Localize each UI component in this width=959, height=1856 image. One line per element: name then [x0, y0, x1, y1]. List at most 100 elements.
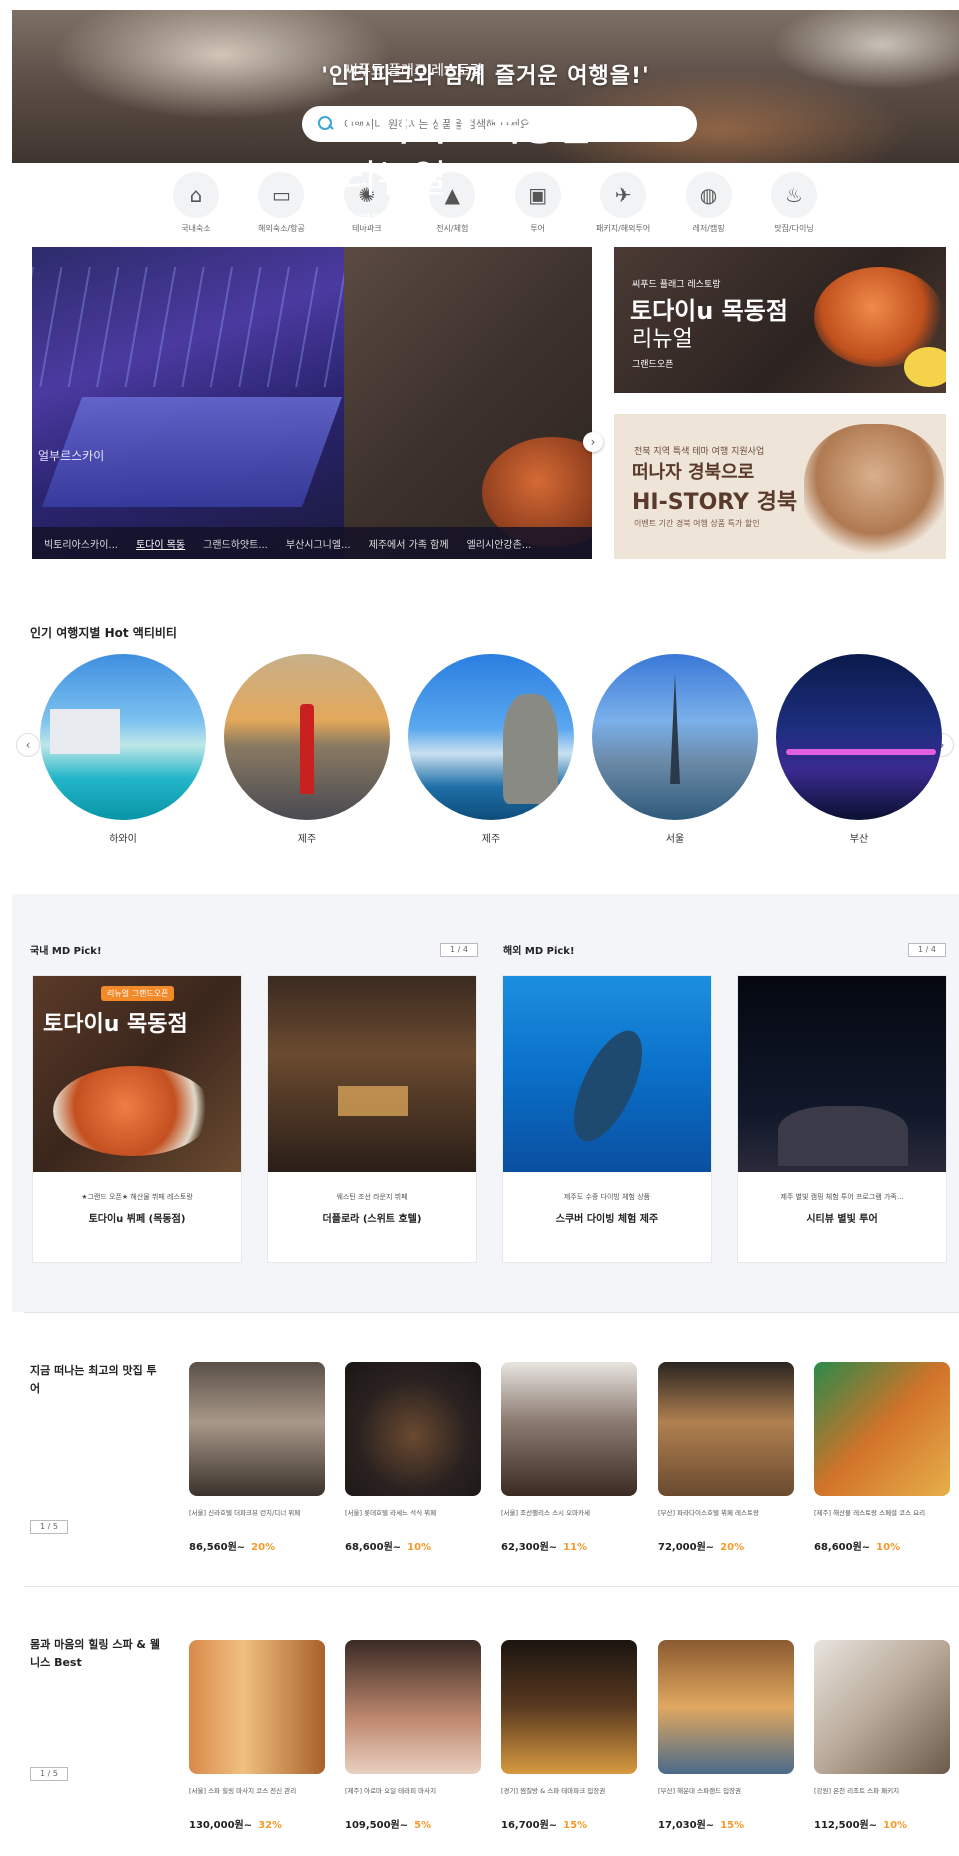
md-card-desc: 제주도 수중 다이빙 체험 상품	[563, 1193, 651, 1201]
md-card-name: 더플로라 (스위트 호텔)	[322, 1214, 422, 1225]
discount-rate: 32%	[258, 1820, 283, 1831]
row-pager[interactable]: 1 / 5	[30, 1520, 68, 1534]
row-pager[interactable]: 1 / 5	[30, 1767, 68, 1781]
md-card-desc: 제주 별빛 캠핑 체험 투어 프로그램 가족...	[780, 1193, 904, 1201]
destination-name: 하와이	[109, 834, 137, 845]
side-banner-gyeongbuk[interactable]: 전북 지역 특색 테마 여행 지원사업 떠나자 경북으로 HI-STORY 경북…	[614, 414, 946, 559]
product-card[interactable]: [서울] 스파 힐링 마사지 코스 전신 관리 130,000원~ 32%	[189, 1640, 325, 1831]
product-desc: [강원] 온천 리조트 스파 패키지	[814, 1787, 900, 1795]
destination-item[interactable]: 제주	[408, 654, 574, 845]
product-price: 72,000원~ 20%	[658, 1538, 794, 1553]
md-card-image	[268, 976, 476, 1172]
md-card-name: 시티뷰 별빛 투어	[806, 1214, 878, 1225]
banner-image-pool: 얼부르스카이	[32, 247, 344, 559]
category-item-dining[interactable]: ♨ 맛집/다이닝	[763, 172, 825, 242]
destination-item[interactable]: 서울	[592, 654, 758, 845]
product-desc: [서울] 스파 힐링 마사지 코스 전신 관리	[189, 1787, 297, 1795]
product-price: 62,300원~ 11%	[501, 1538, 637, 1553]
destination-photo	[592, 654, 758, 820]
destination-item[interactable]: 제주	[224, 654, 390, 845]
search-icon	[318, 116, 334, 132]
md-card-desc: ★그랜드 오픈★ 해산물 뷔페 레스토랑	[81, 1193, 193, 1201]
md-card[interactable]: 리뉴얼 그랜드오픈 토다이u 목동점 ★그랜드 오픈★ 해산물 뷔페 레스토랑 …	[32, 975, 242, 1263]
product-image	[345, 1362, 481, 1496]
side-banner-title: 떠나자 경북으로	[632, 462, 755, 483]
side-banner-small: 이벤트 기간 경북 여행 상품 특가 할인	[634, 519, 760, 528]
product-desc: [부산] 파라다이스호텔 뷔페 레스토랑	[658, 1509, 759, 1517]
banner-next-button[interactable]: ›	[583, 432, 603, 452]
banner-tab-active[interactable]: 토다이 목동	[136, 536, 185, 551]
destination-item[interactable]: 하와이	[40, 654, 206, 845]
category-label: 레저/캠핑	[692, 224, 725, 233]
product-price: 112,500원~ 10%	[814, 1816, 950, 1831]
product-desc: [서울] 롯데호텔 라세느 석식 뷔페	[345, 1509, 437, 1517]
banner-tabs: 빅토리아스카이... 토다이 목동 그랜드하얏트... 부산시그니엘... 제주…	[32, 527, 592, 559]
product-price: 130,000원~ 32%	[189, 1816, 325, 1831]
banner-light-lines	[32, 267, 344, 387]
product-card[interactable]: [서울] 조선팰리스 스시 오마카세 62,300원~ 11%	[501, 1362, 637, 1553]
category-item-leisure[interactable]: ◍ 레저/캠핑	[678, 172, 740, 242]
destination-photo	[224, 654, 390, 820]
category-item-package[interactable]: ✈ 패키지/해외투어	[592, 172, 654, 242]
side-banner-title-2: 리뉴얼	[632, 327, 693, 352]
product-card[interactable]: [서울] 신라호텔 더파크뷰 런치/디너 뷔페 86,560원~ 20%	[189, 1362, 325, 1553]
discount-rate: 10%	[883, 1820, 908, 1831]
discount-rate: 10%	[407, 1542, 432, 1553]
md-card-lamp	[338, 1086, 408, 1116]
product-price-value: 86,560원~	[189, 1542, 246, 1553]
category-item-domestic-stay[interactable]: ⌂ 국내숙소	[165, 172, 227, 242]
carousel-prev-button[interactable]: ‹	[16, 733, 40, 757]
product-card[interactable]: [제주] 아로마 오일 테라피 마사지 109,500원~ 5%	[345, 1640, 481, 1831]
product-price-value: 16,700원~	[501, 1820, 558, 1831]
side-banner-subtitle: 전북 지역 특색 테마 여행 지원사업	[634, 447, 765, 457]
md-card-badge: 리뉴얼 그랜드오픈	[101, 986, 175, 1001]
product-price-value: 109,500원~	[345, 1820, 409, 1831]
md-pick-pager[interactable]: 1 / 4	[908, 943, 946, 957]
product-card[interactable]: [제주] 해산물 레스토랑 스페셜 코스 요리 68,600원~ 10%	[814, 1362, 950, 1553]
banner-left-caption: 얼부르스카이	[38, 449, 105, 463]
md-card-name: 스쿠버 다이빙 체험 제주	[555, 1214, 659, 1225]
banner-tab[interactable]: 빅토리아스카이...	[44, 536, 118, 551]
banner-tab[interactable]: 그랜드하얏트...	[203, 536, 268, 551]
category-label: 맛집/다이닝	[774, 224, 814, 233]
product-image	[658, 1362, 794, 1496]
product-price-value: 68,600원~	[345, 1542, 402, 1553]
side-banner-todai[interactable]: 씨푸드 플래그 레스토랑 토다이u 목동점 리뉴얼 그랜드오픈	[614, 247, 946, 393]
md-card[interactable]: 제주 별빛 캠핑 체험 투어 프로그램 가족... 시티뷰 별빛 투어	[737, 975, 947, 1263]
md-card-diver	[559, 1021, 657, 1151]
banner-tab[interactable]: 부산시그니엘...	[286, 536, 351, 551]
product-image	[501, 1362, 637, 1496]
product-card[interactable]: [경기] 찜질방 & 스파 테마파크 입장권 16,700원~ 15%	[501, 1640, 637, 1831]
destination-carousel: 하와이 제주 제주 서울 부산	[40, 654, 945, 845]
product-price-value: 68,600원~	[814, 1542, 871, 1553]
product-card[interactable]: [강원] 온천 리조트 스파 패키지 112,500원~ 10%	[814, 1640, 950, 1831]
category-item-tour[interactable]: ▣ 투어	[507, 172, 569, 242]
category-item-overseas[interactable]: ▭ 해외숙소/항공	[250, 172, 312, 242]
banner-tab[interactable]: 제주에서 가족 함께	[369, 536, 449, 551]
photo-tower	[670, 674, 680, 784]
banner-title: 토다이u 목동점	[342, 105, 593, 149]
product-card[interactable]: [부산] 파라다이스호텔 뷔페 레스토랑 72,000원~ 20%	[658, 1362, 794, 1553]
md-card-image	[738, 976, 946, 1172]
product-image	[501, 1640, 637, 1774]
md-card[interactable]: 제주도 수중 다이빙 체험 상품 스쿠버 다이빙 체험 제주	[502, 975, 712, 1263]
product-card[interactable]: [부산] 해운대 스파랜드 입장권 17,030원~ 15%	[658, 1640, 794, 1831]
side-banner-subtitle: 씨푸드 플래그 레스토랑	[632, 280, 721, 290]
destination-name: 제주	[297, 834, 317, 845]
main-banner[interactable]: 얼부르스카이	[32, 247, 592, 559]
md-pick-pager[interactable]: 1 / 4	[440, 943, 478, 957]
section-title-overseas-md: 해외 MD Pick!	[503, 946, 575, 957]
md-card[interactable]: 웨스틴 조선 라운지 뷔페 더플로라 (스위트 호텔)	[267, 975, 477, 1263]
product-image	[189, 1640, 325, 1774]
dining-icon: ♨	[770, 172, 817, 218]
side-banner-small: 그랜드오픈	[632, 360, 674, 370]
banner-lemon	[904, 347, 946, 387]
product-card[interactable]: [서울] 롯데호텔 라세느 석식 뷔페 68,600원~ 10%	[345, 1362, 481, 1553]
md-card-image-title: 토다이u 목동점	[43, 1012, 188, 1037]
discount-rate: 20%	[720, 1542, 745, 1553]
discount-rate: 10%	[876, 1542, 901, 1553]
destination-item[interactable]: 부산	[776, 654, 942, 845]
destination-name: 제주	[481, 834, 501, 845]
banner-tab[interactable]: 엘리시안강촌...	[467, 536, 532, 551]
product-image	[658, 1640, 794, 1774]
